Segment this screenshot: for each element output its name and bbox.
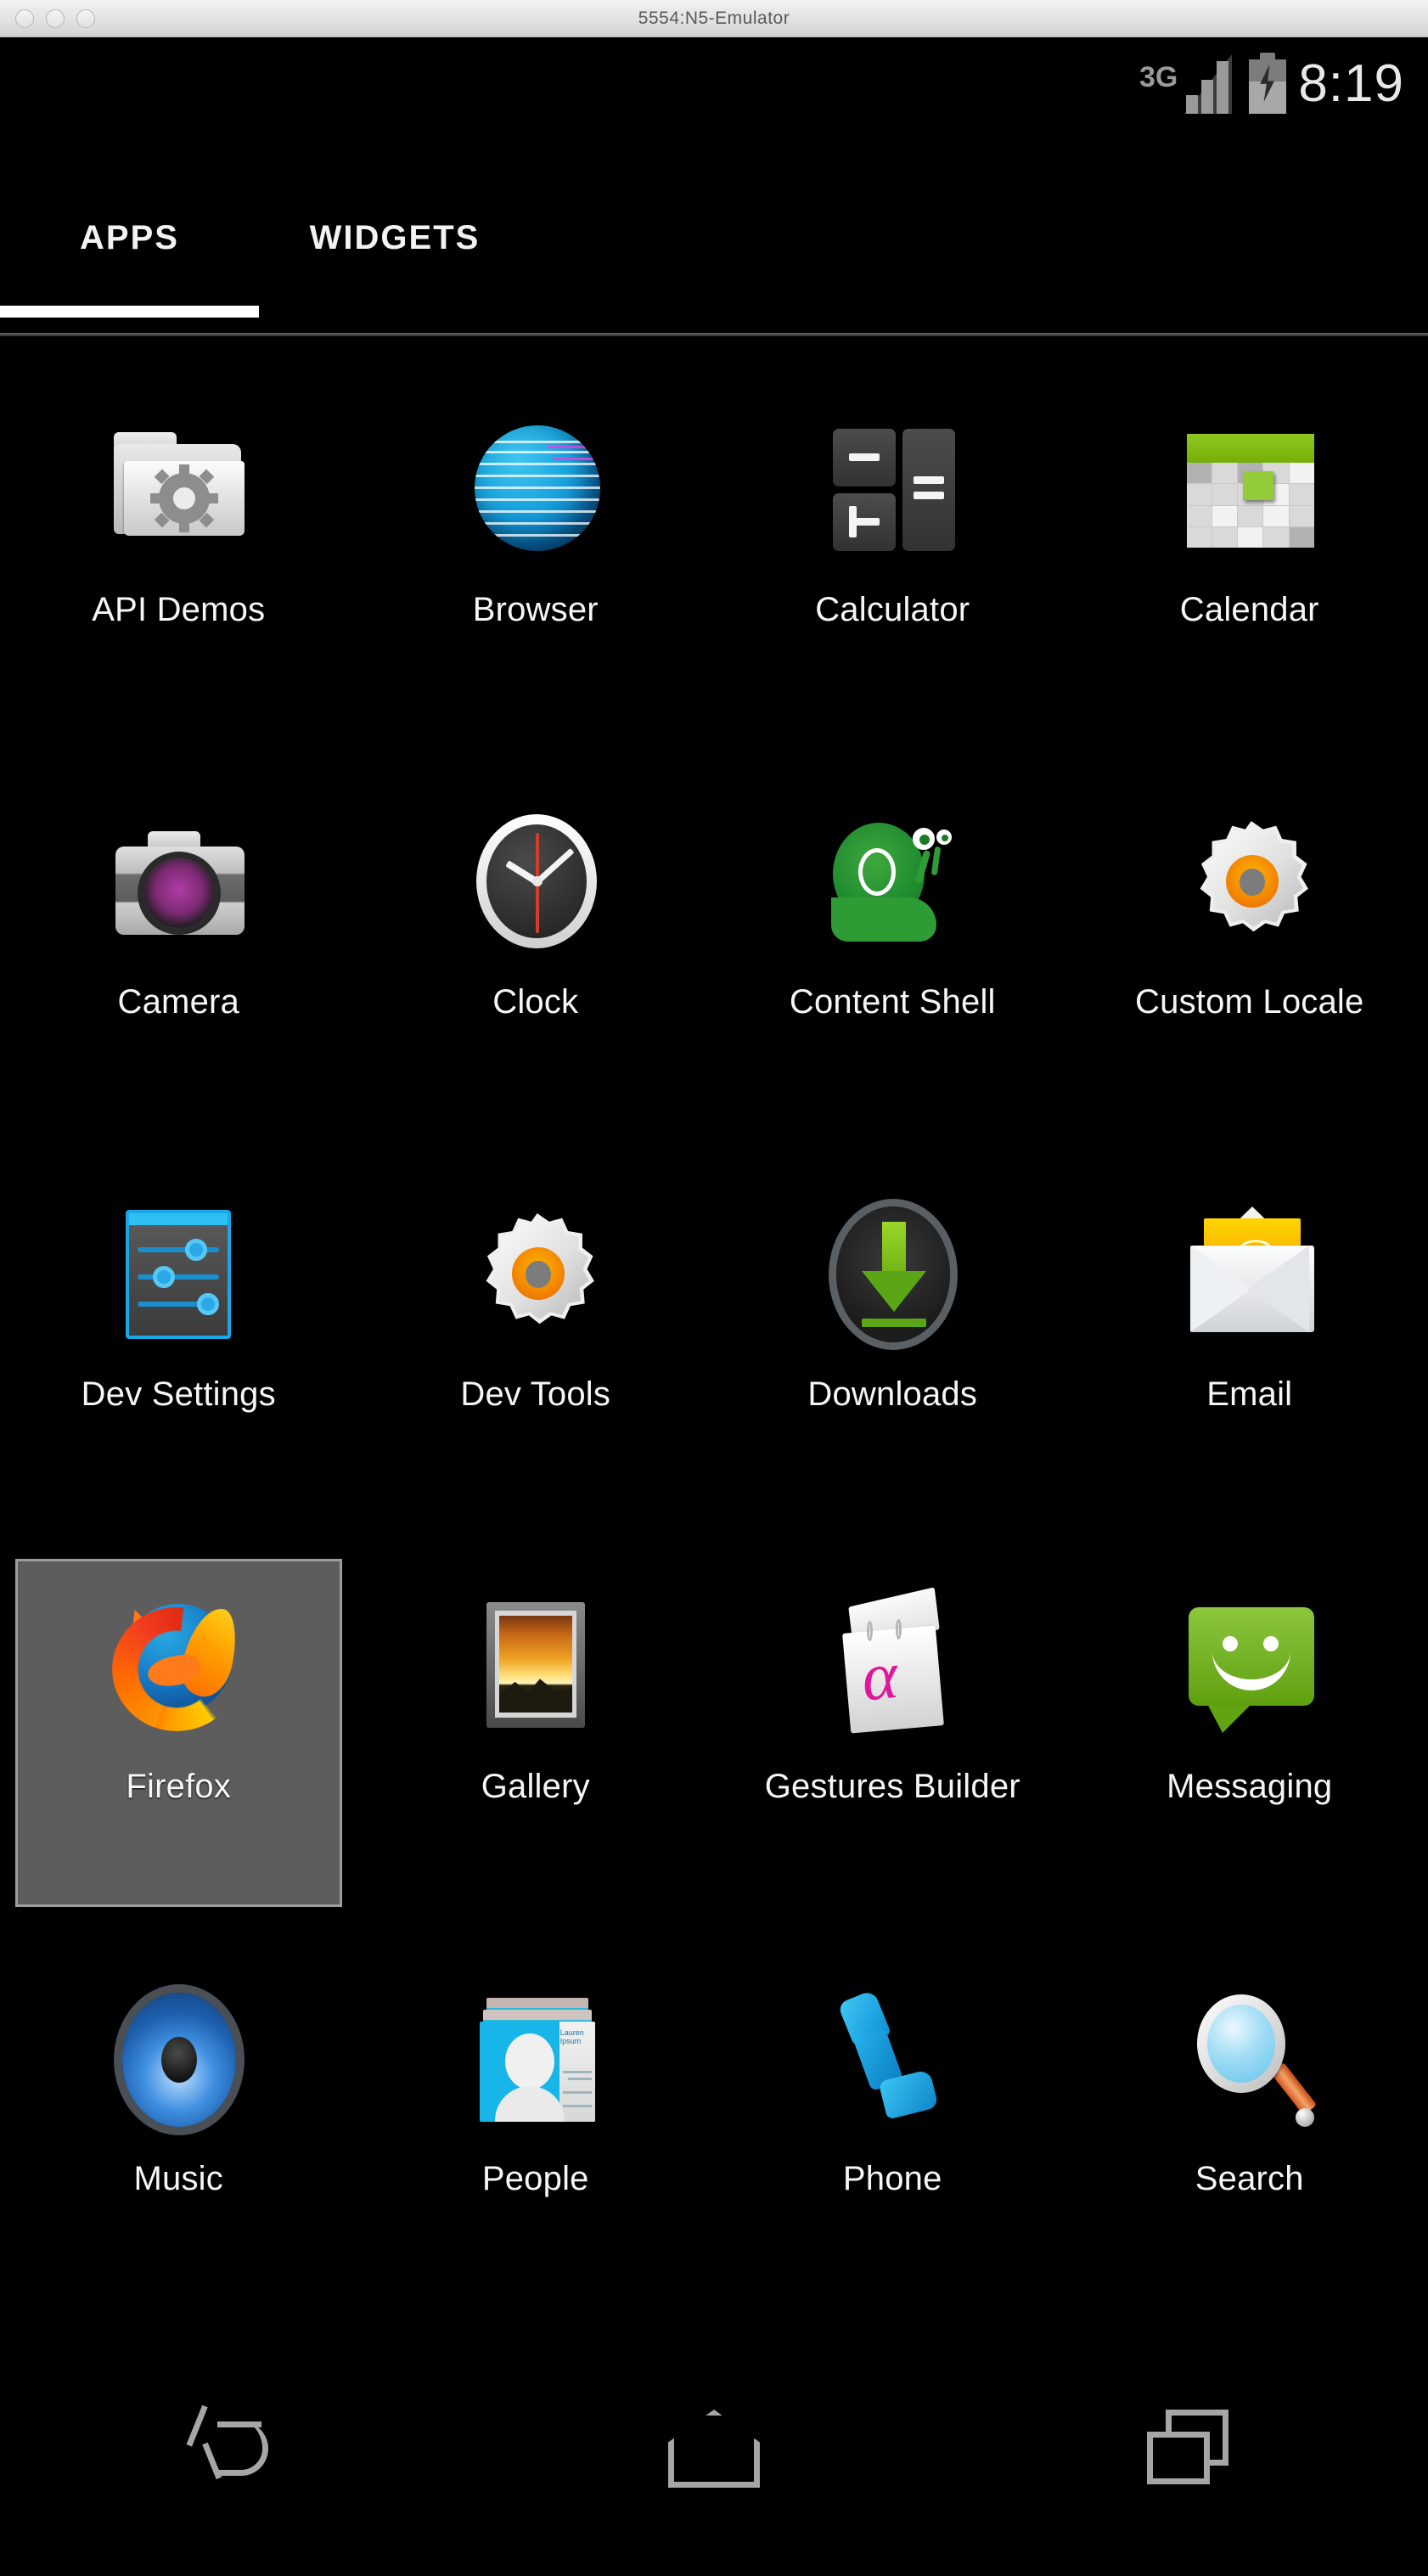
recent-apps-icon [1146, 2410, 1234, 2488]
app-item-dev-settings[interactable]: Dev Settings [0, 1141, 357, 1533]
speaker-icon [104, 1984, 253, 2134]
app-label: Email [1206, 1375, 1293, 1413]
nav-recents-button[interactable] [1105, 2381, 1275, 2517]
window-controls[interactable] [15, 0, 95, 37]
app-label: Browser [472, 591, 599, 628]
emulator-window: 5554:N5-Emulator 3G 8:19 APPS WIDGETS AP… [0, 0, 1428, 2576]
app-label: Music [133, 2160, 223, 2197]
nav-home-button[interactable] [629, 2381, 799, 2517]
app-label: People [481, 2160, 589, 2197]
app-item-content-shell[interactable]: Content Shell [714, 749, 1071, 1141]
contact-name-line2: Ipsum [559, 2037, 582, 2046]
app-item-email[interactable]: @ Email [1071, 1141, 1428, 1533]
battery-charging-icon [1249, 53, 1287, 114]
app-label: Messaging [1167, 1768, 1333, 1805]
app-grid: API Demos Browser Calculator Calendar Ca… [0, 357, 1428, 2318]
app-label: Camera [117, 983, 239, 1021]
tab-apps[interactable]: APPS [0, 170, 259, 306]
network-type-label: 3G [1138, 61, 1178, 93]
contact-card-icon: Lauren Ipsum [461, 1984, 610, 2134]
app-item-browser[interactable]: Browser [357, 357, 715, 749]
app-item-gestures-builder[interactable]: α Gestures Builder [714, 1533, 1071, 1926]
gear-orange-icon [1175, 807, 1324, 957]
window-title: 5554:N5-Emulator [638, 8, 790, 28]
back-arrow-icon [186, 2404, 277, 2488]
app-item-camera[interactable]: Camera [0, 749, 357, 1141]
download-arrow-icon [818, 1200, 967, 1349]
sliders-panel-icon [104, 1200, 253, 1349]
calculator-keys-icon [818, 415, 967, 565]
app-label: Downloads [807, 1375, 978, 1413]
analog-clock-icon [461, 807, 610, 957]
status-bar: 3G 8:19 [0, 37, 1428, 139]
status-bar-clock: 8:19 [1298, 54, 1404, 113]
app-label: Calculator [815, 591, 970, 628]
app-item-downloads[interactable]: Downloads [714, 1141, 1071, 1533]
home-icon [667, 2410, 760, 2488]
app-label: Gestures Builder [764, 1768, 1020, 1805]
app-label: API Demos [92, 591, 266, 628]
magnifier-icon [1175, 1984, 1324, 2134]
firefox-logo-icon [104, 1592, 253, 1741]
app-label: Gallery [481, 1768, 590, 1805]
calendar-grid-icon [1175, 415, 1324, 565]
app-item-api-demos[interactable]: API Demos [0, 357, 357, 749]
active-tab-indicator [0, 306, 259, 318]
drawer-tab-bar: APPS WIDGETS [0, 170, 1428, 345]
app-label: Content Shell [789, 983, 996, 1021]
tab-widgets[interactable]: WIDGETS [259, 170, 531, 306]
app-label: Custom Locale [1135, 983, 1364, 1021]
speech-bubble-smiley-icon [1175, 1592, 1324, 1741]
app-label: Firefox [126, 1768, 232, 1805]
globe-icon [461, 415, 610, 565]
gear-orange-icon [461, 1200, 610, 1349]
app-label: Calendar [1179, 591, 1319, 628]
envelope-at-icon: @ [1175, 1200, 1324, 1349]
notepad-gesture-icon: α [818, 1587, 967, 1741]
window-title-bar: 5554:N5-Emulator [0, 0, 1428, 37]
app-item-music[interactable]: Music [0, 1926, 357, 2318]
app-item-messaging[interactable]: Messaging [1071, 1533, 1428, 1926]
app-item-phone[interactable]: Phone [714, 1926, 1071, 2318]
navigation-bar [0, 2321, 1428, 2576]
app-item-people[interactable]: Lauren Ipsum People [357, 1926, 715, 2318]
zoom-button[interactable] [76, 9, 95, 28]
app-item-clock[interactable]: Clock [357, 749, 715, 1141]
phone-handset-icon [818, 1984, 967, 2134]
close-button[interactable] [15, 9, 34, 28]
folder-gear-icon [104, 415, 253, 565]
app-item-dev-tools[interactable]: Dev Tools [357, 1141, 715, 1533]
app-label: Clock [492, 983, 579, 1021]
picture-frame-icon [461, 1592, 610, 1741]
app-item-firefox[interactable]: Firefox [0, 1533, 357, 1926]
app-item-search[interactable]: Search [1071, 1926, 1428, 2318]
nav-back-button[interactable] [153, 2381, 323, 2517]
app-label: Dev Settings [81, 1375, 276, 1413]
app-label: Dev Tools [460, 1375, 611, 1413]
app-item-calendar[interactable]: Calendar [1071, 357, 1428, 749]
snail-icon [818, 807, 967, 957]
app-item-gallery[interactable]: Gallery [357, 1533, 715, 1926]
app-label: Search [1195, 2160, 1304, 2197]
app-item-calculator[interactable]: Calculator [714, 357, 1071, 749]
contact-name-line1: Lauren [559, 2028, 584, 2037]
signal-bars-icon [1181, 54, 1237, 114]
app-item-custom-locale[interactable]: Custom Locale [1071, 749, 1428, 1141]
minimize-button[interactable] [46, 9, 65, 28]
camera-icon [104, 807, 253, 957]
app-label: Phone [842, 2160, 942, 2197]
tab-divider [0, 333, 1428, 336]
